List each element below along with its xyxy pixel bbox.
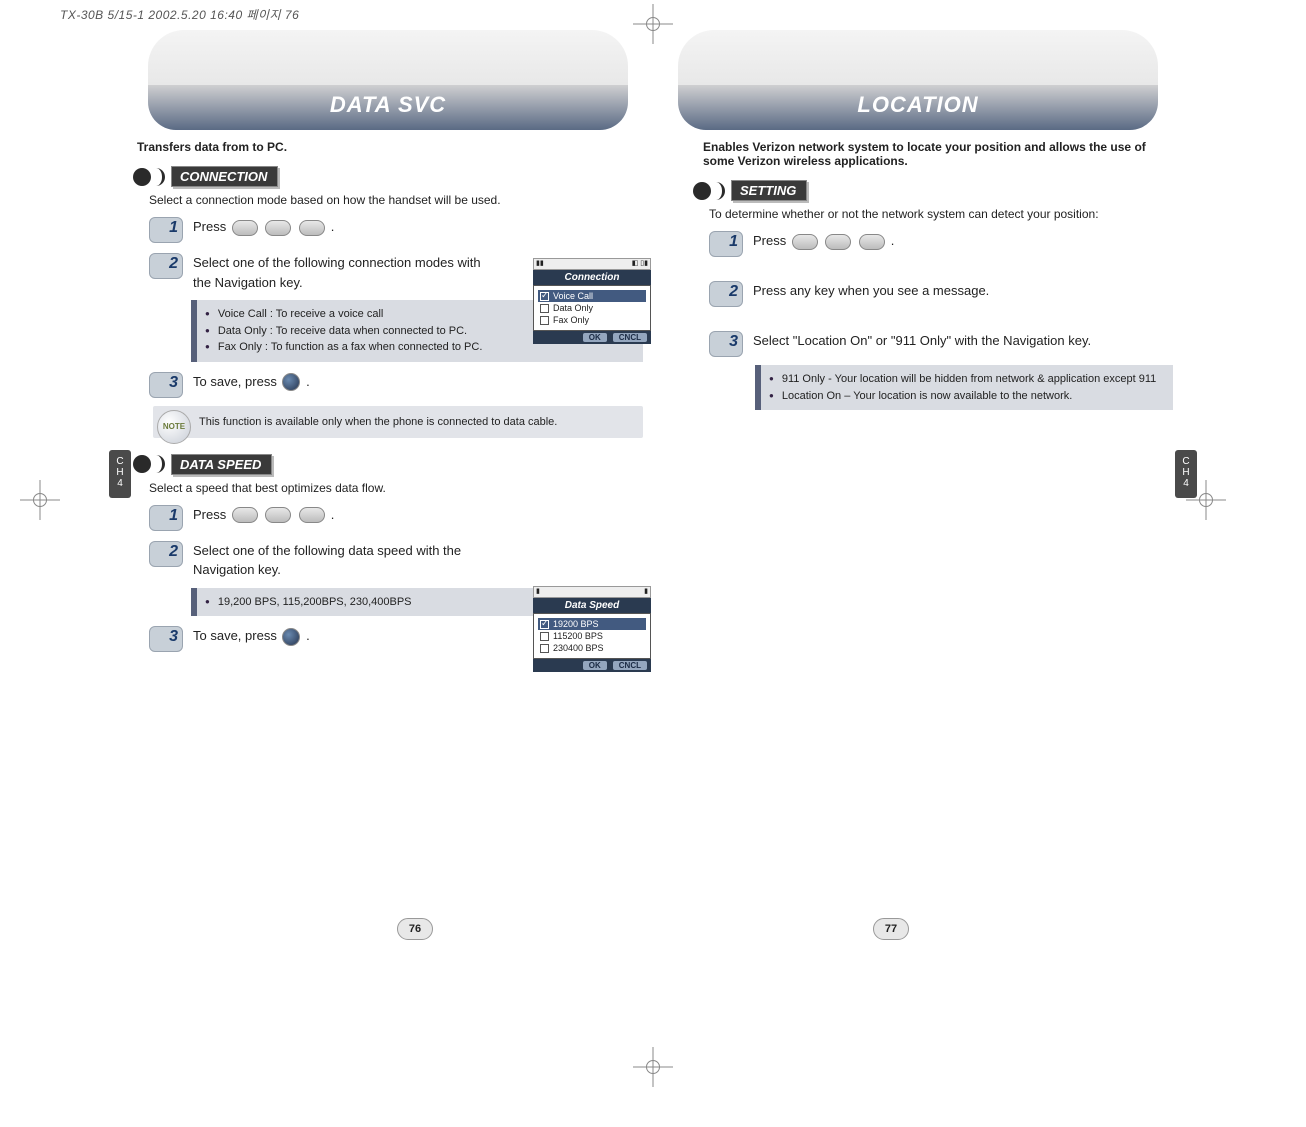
- phone-status-bar: ▮▮: [533, 586, 651, 598]
- step-bullet-3: 3: [149, 626, 183, 652]
- step-bullet-1: 1: [709, 231, 743, 257]
- setting-step-3: 3 Select "Location On" or "911 Only" wit…: [709, 331, 1173, 357]
- dataspeed-step-1: 1 Press .: [149, 505, 643, 531]
- checkbox-checked-icon: [540, 292, 549, 301]
- step-bullet-3: 3: [709, 331, 743, 357]
- checkbox-icon: [540, 316, 549, 325]
- step-text: To save, press: [193, 628, 277, 643]
- dataspeed-desc: Select a speed that best optimizes data …: [149, 481, 643, 495]
- section-header-connection: CONNECTION: [133, 166, 643, 187]
- step-bullet-1: 1: [149, 217, 183, 243]
- phone-softkey-cncl: CNCL: [613, 333, 647, 342]
- ok-key-icon: [282, 373, 300, 391]
- phone-status-bar: ▮▮◧ ▯▮: [533, 258, 651, 270]
- bullet-dot-icon: [693, 182, 711, 200]
- step-text: Press: [193, 219, 226, 234]
- phone-option-fax-only: Fax Only: [538, 314, 646, 326]
- phone-screen-title: Data Speed: [533, 598, 651, 613]
- checkbox-icon: [540, 304, 549, 313]
- softkey-icon: [792, 234, 818, 250]
- page-number-76: 76: [397, 918, 433, 940]
- bullet-dot-icon: [133, 168, 151, 186]
- setting-desc: To determine whether or not the network …: [709, 207, 1173, 221]
- softkey-icon: [232, 507, 258, 523]
- step-bullet-2: 2: [149, 541, 183, 567]
- arc-icon: [155, 168, 165, 186]
- phone-screen-dataspeed: ▮▮ Data Speed 19200 BPS 115200 BPS 23040…: [533, 586, 651, 672]
- checkbox-icon: [540, 644, 549, 653]
- arc-icon: [155, 455, 165, 473]
- section-header-dataspeed: DATA SPEED: [133, 454, 643, 475]
- phone-screen-title: Connection: [533, 270, 651, 285]
- phone-option-19200: 19200 BPS: [538, 618, 646, 630]
- step-bullet-3: 3: [149, 372, 183, 398]
- checkbox-icon: [540, 632, 549, 641]
- section-header-setting: SETTING: [693, 180, 1173, 201]
- connection-desc: Select a connection mode based on how th…: [149, 193, 643, 207]
- intro-text-left: Transfers data from to PC.: [137, 140, 643, 154]
- phone-softkey-ok: OK: [583, 661, 607, 670]
- chapter-tab-left: C H 4: [109, 450, 131, 498]
- phone-softkey-ok: OK: [583, 333, 607, 342]
- digit-key-icon: [825, 234, 851, 250]
- note-icon: NOTE: [157, 410, 191, 444]
- page-number-77: 77: [873, 918, 909, 940]
- bullet-dot-icon: [133, 455, 151, 473]
- digit-key-icon: [859, 234, 885, 250]
- ok-key-icon: [282, 628, 300, 646]
- phone-screen-connection: ▮▮◧ ▯▮ Connection Voice Call Data Only F…: [533, 258, 651, 344]
- connection-step-1: 1 Press .: [149, 217, 643, 243]
- setting-bullets: 911 Only - Your location will be hidden …: [755, 365, 1173, 410]
- step-text: Press: [193, 507, 226, 522]
- step-bullet-2: 2: [149, 253, 183, 279]
- page-title-location: LOCATION: [678, 30, 1158, 130]
- phone-option-115200: 115200 BPS: [538, 630, 646, 642]
- phone-option-data-only: Data Only: [538, 302, 646, 314]
- arc-icon: [715, 182, 725, 200]
- page-title-datasvc: DATA SVC: [148, 30, 628, 130]
- step-text: Press: [753, 233, 786, 248]
- chapter-tab-right: C H 4: [1175, 450, 1197, 498]
- step-bullet-2: 2: [709, 281, 743, 307]
- intro-text-right: Enables Verizon network system to locate…: [703, 140, 1153, 168]
- note-box-connection: NOTE This function is available only whe…: [153, 406, 643, 438]
- checkbox-checked-icon: [540, 620, 549, 629]
- setting-step-2: 2 Press any key when you see a message.: [709, 281, 1173, 307]
- connection-step-3: 3 To save, press .: [149, 372, 643, 398]
- digit-key-icon: [265, 507, 291, 523]
- phone-option-voice-call: Voice Call: [538, 290, 646, 302]
- crop-mark-bottom: [633, 1047, 673, 1087]
- phone-softkey-cncl: CNCL: [613, 661, 647, 670]
- setting-step-1: 1 Press .: [709, 231, 1173, 257]
- softkey-icon: [232, 220, 258, 236]
- phone-option-230400: 230400 BPS: [538, 642, 646, 654]
- file-meta-header: TX-30B 5/15-1 2002.5.20 16:40 페이지 76: [60, 6, 299, 23]
- step-text: To save, press: [193, 374, 277, 389]
- dataspeed-step-2: 2 Select one of the following data speed…: [149, 541, 643, 580]
- digit-key-icon: [299, 220, 325, 236]
- digit-key-icon: [299, 507, 325, 523]
- digit-key-icon: [265, 220, 291, 236]
- step-bullet-1: 1: [149, 505, 183, 531]
